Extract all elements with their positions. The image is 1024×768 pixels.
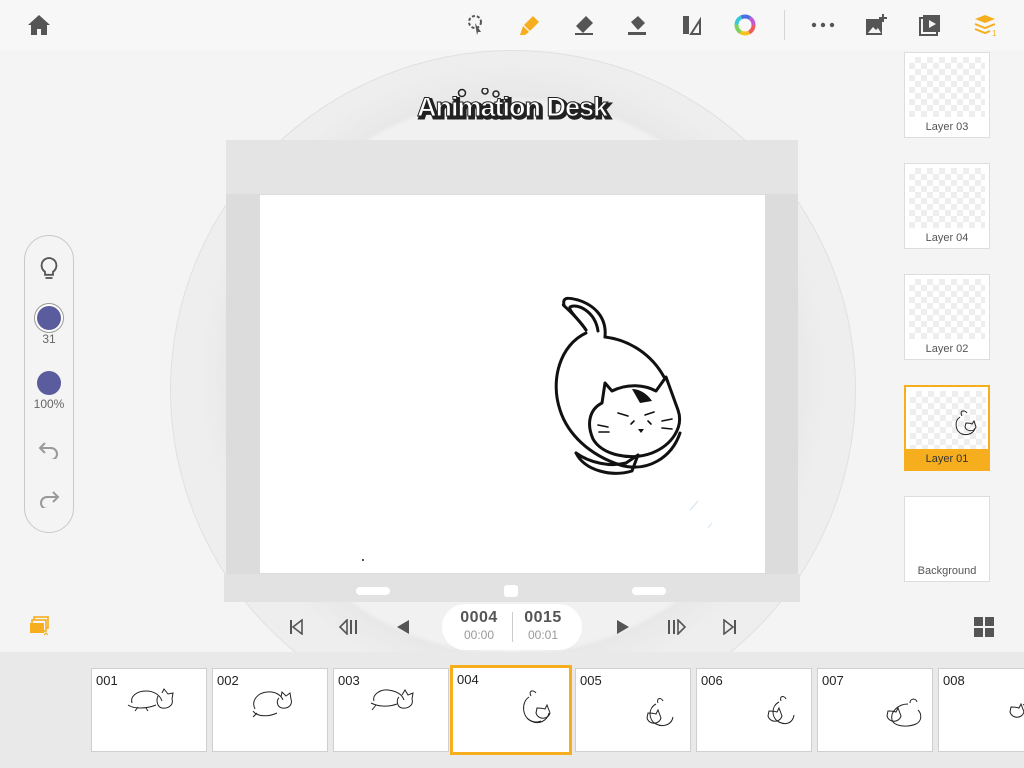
tips-button[interactable] — [25, 256, 73, 282]
layer-thumbnail — [909, 57, 985, 117]
layers-icon: 1 — [974, 15, 997, 37]
frame-number: 004 — [457, 672, 479, 687]
layer-thumbnail — [909, 279, 985, 339]
skip-to-end-icon — [723, 619, 736, 635]
fill-button[interactable] — [620, 8, 654, 42]
frame-number: 002 — [217, 673, 239, 688]
lasso-icon — [468, 15, 482, 35]
previous-frame-button[interactable] — [390, 614, 416, 640]
frame-thumbnail[interactable]: 005 — [575, 668, 691, 752]
add-image-button[interactable] — [859, 8, 893, 42]
more-button[interactable] — [806, 8, 840, 42]
undo-icon — [38, 442, 58, 459]
step-forward-icon — [668, 619, 687, 635]
tool-options-panel: 31 100% — [24, 235, 74, 533]
layer-thumbnail — [910, 391, 986, 451]
frame-thumbnail-active[interactable]: 004 — [450, 665, 572, 755]
layer-thumbnail — [909, 168, 985, 228]
step-back-icon — [338, 619, 357, 635]
total-frame-count: 0015 — [524, 609, 562, 626]
more-icon — [811, 22, 835, 28]
opacity-value: 100% — [33, 397, 65, 411]
eraser-button[interactable] — [567, 8, 601, 42]
brush-size-swatch — [37, 306, 61, 330]
layer-item[interactable]: Layer 02 — [904, 274, 990, 360]
home-button[interactable] — [22, 8, 56, 42]
home-icon — [28, 15, 50, 35]
drawing-canvas[interactable] — [260, 195, 765, 573]
redo-icon — [40, 491, 60, 508]
layer-name: Background — [917, 565, 977, 577]
frame-thumbnail[interactable]: 002 — [212, 668, 328, 752]
play-button[interactable] — [610, 614, 636, 640]
frame-slot — [632, 587, 666, 595]
layer-name: Layer 02 — [925, 343, 969, 355]
total-time: 00:01 — [527, 628, 559, 642]
first-frame-button[interactable] — [283, 614, 309, 640]
onion-skin-icon — [30, 616, 49, 636]
eraser-icon — [575, 16, 593, 35]
frame-thumbnail[interactable]: 006 — [696, 668, 812, 752]
ruler-icon — [683, 16, 701, 35]
layer-item[interactable]: Layer 03 — [904, 52, 990, 138]
previous-keyframe-button[interactable] — [337, 614, 363, 640]
frame-thumbnail[interactable]: 001 — [91, 668, 207, 752]
frame-number: 003 — [338, 673, 360, 688]
current-frame-number: 0004 — [460, 609, 498, 626]
svg-text:1: 1 — [992, 29, 997, 37]
lightbulb-icon — [40, 257, 58, 279]
top-toolbar: 1 — [0, 0, 1024, 50]
play-icon — [617, 620, 629, 634]
frame-slot — [356, 587, 390, 595]
logo-text: Animation Desk — [417, 92, 609, 122]
play-preview-icon — [919, 15, 940, 36]
next-keyframe-button[interactable] — [664, 614, 690, 640]
ruler-button[interactable] — [674, 8, 708, 42]
opacity-control[interactable]: 100% — [25, 371, 73, 411]
brush-size-value: 31 — [42, 332, 56, 346]
grid-view-button[interactable] — [971, 614, 997, 640]
layer-item-background[interactable]: Background — [904, 496, 990, 582]
add-image-icon — [866, 14, 887, 35]
brush-button[interactable] — [513, 8, 547, 42]
frame-thumbnail[interactable]: 008 — [938, 668, 1024, 752]
frame-number: 005 — [580, 673, 602, 688]
cat-drawing — [362, 296, 713, 561]
layer-name: Layer 04 — [925, 232, 969, 244]
frame-number: 006 — [701, 673, 723, 688]
lasso-button[interactable] — [458, 8, 492, 42]
app-logo: Animation Desk Animation Desk — [402, 87, 622, 128]
redo-button[interactable] — [25, 488, 73, 508]
toolbar-divider — [784, 10, 785, 40]
layer-item[interactable]: Layer 04 — [904, 163, 990, 249]
last-frame-button[interactable] — [717, 614, 743, 640]
frame-number: 007 — [822, 673, 844, 688]
color-swatch — [37, 371, 61, 395]
undo-button[interactable] — [25, 439, 73, 459]
frame-slot — [504, 585, 518, 597]
brush-icon — [520, 16, 539, 35]
color-wheel-button[interactable] — [728, 8, 762, 42]
previous-icon — [397, 620, 409, 634]
layer-name: Layer 03 — [925, 121, 969, 133]
frame-thumbnail[interactable]: 007 — [817, 668, 933, 752]
current-time: 00:00 — [463, 628, 495, 642]
frame-number: 008 — [943, 673, 965, 688]
canvas-frame-top — [226, 140, 798, 194]
frame-strip: 001 002 003 004 005 006 007 008 — [0, 652, 1024, 768]
frame-number: 001 — [96, 673, 118, 688]
grid-icon — [974, 617, 994, 637]
layer-name: Layer 01 — [906, 449, 988, 469]
fill-bucket-icon — [628, 16, 646, 35]
layer-item-active[interactable]: Layer 01 — [904, 385, 990, 471]
play-preview-button[interactable] — [913, 8, 947, 42]
frame-thumbnail[interactable]: 003 — [333, 668, 449, 752]
color-wheel-icon — [734, 14, 756, 36]
layers-button[interactable]: 1 — [968, 8, 1002, 42]
layer-thumbnail — [909, 501, 985, 561]
brush-size-control[interactable]: 31 — [25, 306, 73, 346]
frame-counter: 0004 00:00 0015 00:01 — [442, 604, 582, 650]
skip-to-start-icon — [290, 619, 303, 635]
onion-skin-button[interactable] — [26, 613, 52, 639]
